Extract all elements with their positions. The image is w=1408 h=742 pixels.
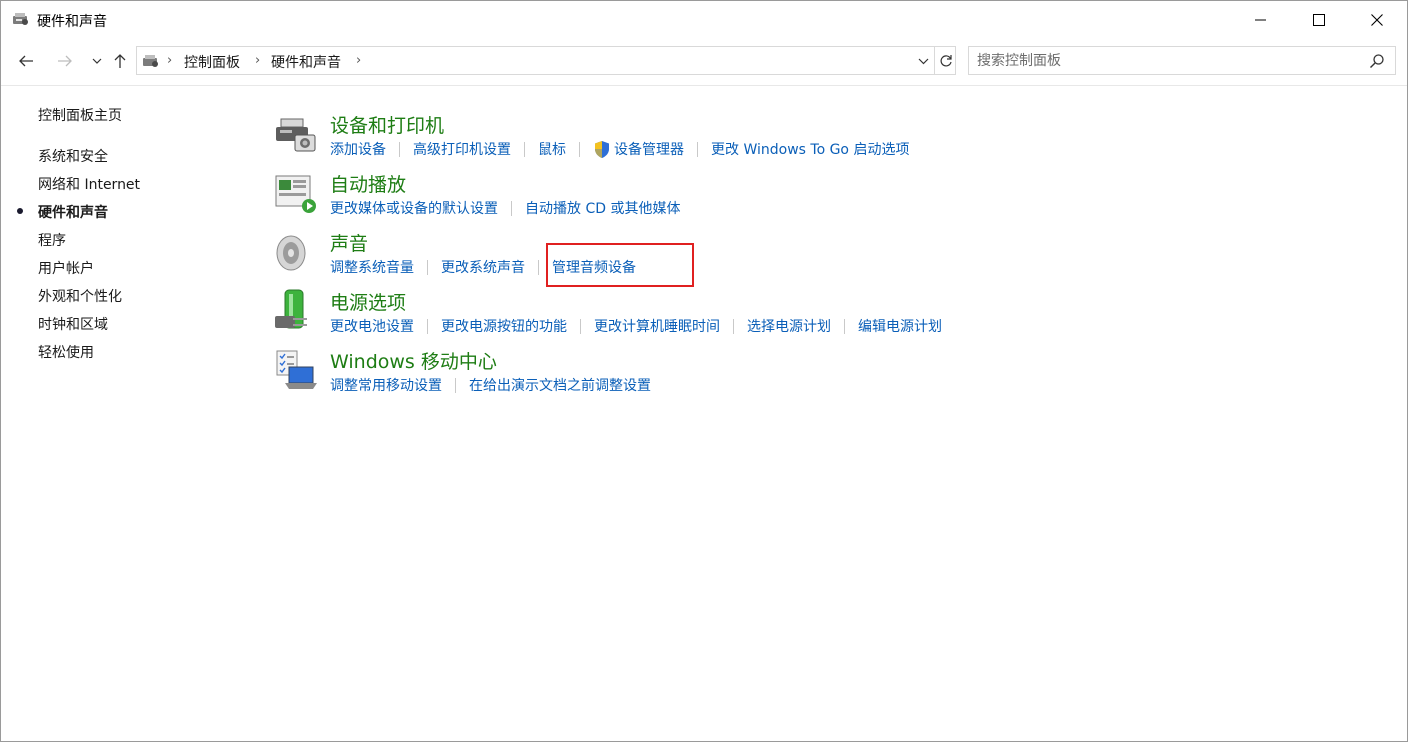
sidebar-item-ease-of-access[interactable]: 轻松使用 [38, 342, 94, 362]
link-common-mobility-settings[interactable]: 调整常用移动设置 [330, 375, 442, 395]
link-change-battery-settings[interactable]: 更改电池设置 [330, 316, 414, 336]
breadcrumb-chevron-icon: › [167, 53, 173, 68]
title-bar: 硬件和声音 [1, 1, 1407, 39]
link-divider [580, 318, 581, 334]
printer-icon [276, 118, 316, 152]
minimize-button[interactable] [1232, 1, 1290, 39]
link-divider [427, 259, 428, 275]
section-links-devices-printers: 添加设备 高级打印机设置 鼠标 设备管理器 更改 Windows To Go 启… [330, 139, 909, 159]
link-adjust-volume[interactable]: 调整系统音量 [330, 257, 414, 277]
chevron-down-icon [92, 58, 102, 64]
link-manage-audio-devices[interactable]: 管理音频设备 [552, 257, 636, 277]
power-battery-icon [275, 289, 307, 329]
section-links-sound: 调整系统音量 更改系统声音 管理音频设备 [330, 257, 636, 277]
address-history-dropdown[interactable] [913, 47, 933, 74]
section-links-autoplay: 更改媒体或设备的默认设置 自动播放 CD 或其他媒体 [330, 198, 680, 218]
breadcrumb-hardware-sound[interactable]: 硬件和声音 [271, 52, 341, 72]
maximize-icon [1313, 14, 1325, 26]
link-autoplay-cd[interactable]: 自动播放 CD 或其他媒体 [525, 198, 680, 218]
link-presentation-settings[interactable]: 在给出演示文档之前调整设置 [469, 375, 651, 395]
close-button[interactable] [1348, 1, 1406, 39]
section-title-power-options[interactable]: 电源选项 [330, 288, 406, 315]
control-panel-window: 硬件和声音 › 控制面板 › 硬件和声音 › 搜索控制面板 控制面板主页 系统和… [0, 0, 1408, 742]
link-change-system-sounds[interactable]: 更改系统声音 [441, 257, 525, 277]
link-advanced-printer-setup[interactable]: 高级打印机设置 [413, 139, 511, 159]
close-icon [1371, 14, 1383, 26]
section-title-autoplay[interactable]: 自动播放 [330, 170, 406, 197]
link-power-button-function[interactable]: 更改电源按钮的功能 [441, 316, 567, 336]
section-title-mobility-center[interactable]: Windows 移动中心 [330, 347, 497, 374]
back-arrow-icon [19, 55, 33, 67]
forward-arrow-icon [58, 55, 72, 67]
link-divider [579, 141, 580, 157]
link-device-manager[interactable]: 设备管理器 [593, 139, 684, 159]
link-add-device[interactable]: 添加设备 [330, 139, 386, 159]
breadcrumb-chevron-icon: › [255, 53, 261, 68]
sidebar-item-hardware-sound[interactable]: 硬件和声音 [38, 202, 108, 222]
sidebar-item-control-panel-home[interactable]: 控制面板主页 [38, 105, 122, 125]
search-icon[interactable] [1369, 53, 1385, 69]
back-button[interactable] [14, 49, 38, 73]
section-title-sound[interactable]: 声音 [330, 229, 368, 256]
search-input[interactable] [977, 51, 1357, 71]
link-windows-to-go[interactable]: 更改 Windows To Go 启动选项 [711, 139, 909, 159]
sidebar-item-clock-region[interactable]: 时钟和区域 [38, 314, 108, 334]
link-divider [524, 141, 525, 157]
refresh-icon [940, 54, 952, 66]
mobility-center-icon [276, 350, 317, 389]
hardware-sound-icon [13, 13, 28, 25]
link-divider [399, 141, 400, 157]
link-divider [538, 259, 539, 275]
link-divider [844, 318, 845, 334]
link-divider [511, 200, 512, 216]
control-panel-icon [143, 55, 158, 67]
breadcrumb-control-panel[interactable]: 控制面板 [184, 52, 240, 72]
section-links-power-options: 更改电池设置 更改电源按钮的功能 更改计算机睡眠时间 选择电源计划 编辑电源计划 [330, 316, 942, 336]
active-item-bullet [17, 208, 23, 214]
link-choose-power-plan[interactable]: 选择电源计划 [747, 316, 831, 336]
autoplay-icon [275, 175, 316, 213]
link-divider [455, 377, 456, 393]
window-title: 硬件和声音 [37, 14, 107, 30]
sidebar-item-programs[interactable]: 程序 [38, 230, 66, 250]
link-mouse[interactable]: 鼠标 [538, 139, 566, 159]
link-change-media-defaults[interactable]: 更改媒体或设备的默认设置 [330, 198, 498, 218]
chevron-down-icon [918, 58, 928, 64]
link-device-manager-label: 设备管理器 [614, 142, 684, 158]
search-box[interactable] [968, 46, 1396, 75]
maximize-button[interactable] [1290, 1, 1348, 39]
uac-shield-icon [595, 140, 609, 158]
section-links-mobility-center: 调整常用移动设置 在给出演示文档之前调整设置 [330, 375, 651, 395]
minimize-icon [1255, 19, 1266, 21]
sidebar-item-system-security[interactable]: 系统和安全 [38, 146, 108, 166]
link-divider [697, 141, 698, 157]
link-divider [427, 318, 428, 334]
up-button[interactable] [108, 49, 132, 73]
navigation-bar: › 控制面板 › 硬件和声音 › [1, 41, 1407, 81]
up-arrow-icon [114, 54, 126, 68]
link-divider [733, 318, 734, 334]
link-edit-power-plan[interactable]: 编辑电源计划 [858, 316, 942, 336]
forward-button[interactable] [53, 49, 77, 73]
speaker-icon [276, 235, 306, 271]
recent-locations-button[interactable] [85, 49, 109, 73]
section-title-devices-printers[interactable]: 设备和打印机 [330, 111, 444, 138]
breadcrumb-chevron-icon[interactable]: › [356, 53, 361, 68]
sidebar-item-network-internet[interactable]: 网络和 Internet [38, 174, 140, 194]
address-bar[interactable]: › 控制面板 › 硬件和声音 › [136, 46, 956, 75]
refresh-button[interactable] [934, 47, 956, 74]
sidebar-item-appearance[interactable]: 外观和个性化 [38, 286, 122, 306]
toolbar-divider [1, 85, 1407, 86]
link-sleep-time[interactable]: 更改计算机睡眠时间 [594, 316, 720, 336]
sidebar-item-user-accounts[interactable]: 用户帐户 [38, 258, 94, 278]
